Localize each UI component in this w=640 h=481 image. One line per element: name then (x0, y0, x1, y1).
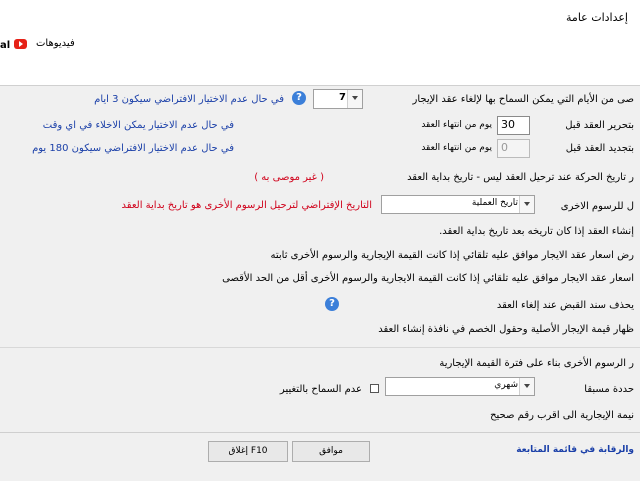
cancel-days-note: في حال عدم الاختيار الافتراضي سيكون 3 اي… (94, 94, 284, 105)
toolbar: al فيديوهات (0, 34, 640, 64)
delete-receipt-option[interactable]: يحذف سند القبض عند إلغاء العقد (497, 300, 634, 311)
title-bar: إعدادات عامة (0, 0, 640, 35)
renew-before-unit: يوم من انتهاء العقد (421, 143, 492, 153)
other-fees-label: ل للرسوم الاخرى (560, 201, 634, 212)
help-icon[interactable]: ? (325, 297, 339, 311)
chevron-down-icon (519, 378, 534, 395)
videos-button[interactable]: فيديوهات (36, 38, 75, 49)
renew-before-input[interactable]: 0 (497, 139, 530, 158)
movement-date-note: ( غير موصى به ) (254, 172, 324, 183)
cancel-days-value: 7 (339, 92, 346, 103)
chevron-down-icon (347, 90, 362, 108)
status-line (0, 63, 640, 86)
renew-before-label: بتجديد العقد قبل (565, 143, 634, 154)
help-icon[interactable]: ? (292, 91, 306, 105)
other-fees-select[interactable]: تاريخ العملية (381, 195, 535, 214)
no-change-label: عدم السماح بالتغيير (279, 384, 362, 395)
alert-before-input[interactable]: 30 (497, 116, 530, 135)
youtube-icon[interactable] (14, 39, 27, 49)
other-fees-note: التاريخ الإفتراضي لترحيل الرسوم الأخرى ه… (121, 200, 372, 211)
alert-before-note: في حال عدم الاختيار يمكن الاخلاء في اي و… (42, 120, 234, 131)
show-original-option[interactable]: ظهار قيمة الإيجار الأصلية وحقول الخصم في… (378, 324, 634, 335)
chevron-down-icon (519, 196, 534, 213)
create-after-start-option[interactable]: إنشاء العقد إذا كان تاريخه بعد تاريخ بدا… (439, 226, 634, 237)
movement-date-label: ر تاريخ الحركة عند ترحيل العقد ليس - تار… (407, 172, 634, 183)
auto-approve-fixed-option[interactable]: رض اسعار عقد الايجار موافق عليه تلقائي إ… (271, 250, 634, 261)
footer-bar: موافق إغلاق F10 والرقابة في قائمة المتاب… (0, 432, 640, 481)
monitor-link[interactable]: والرقابة في قائمة المتابعة (516, 445, 634, 455)
cancel-days-select[interactable]: 7 (313, 89, 363, 109)
cancel-days-label: صى من الأيام التي يمكن السماح بها لإلغاء… (412, 94, 634, 105)
auto-approve-less-option[interactable]: اسعار عقد الايجار موافق عليه تلقائي إذا … (222, 273, 634, 284)
other-fees-value: تاريخ العملية (471, 198, 518, 208)
section-divider (0, 347, 640, 348)
predefined-label: حددة مسبقا (584, 384, 634, 395)
predefined-period-select[interactable]: شهري (385, 377, 535, 396)
no-change-checkbox[interactable] (370, 384, 379, 393)
predefined-period-value: شهري (494, 380, 518, 390)
alert-before-unit: يوم من انتهاء العقد (421, 120, 492, 130)
ok-button[interactable]: موافق (292, 441, 370, 462)
toolbar-partial-label: al (0, 40, 11, 51)
close-button[interactable]: إغلاق F10 (208, 441, 288, 462)
alert-before-label: بتحرير العقد قبل (565, 120, 634, 131)
renew-before-note: في حال عدم الاختيار الافتراضي سيكون 180 … (32, 143, 234, 154)
round-rent-option[interactable]: نيمة الإيجارية الى اقرب رقم صحيح (490, 410, 634, 421)
other-fees-period-option[interactable]: ر الرسوم الأخرى بناء على فترة القيمة الإ… (439, 358, 634, 369)
window-title: إعدادات عامة (566, 11, 628, 24)
